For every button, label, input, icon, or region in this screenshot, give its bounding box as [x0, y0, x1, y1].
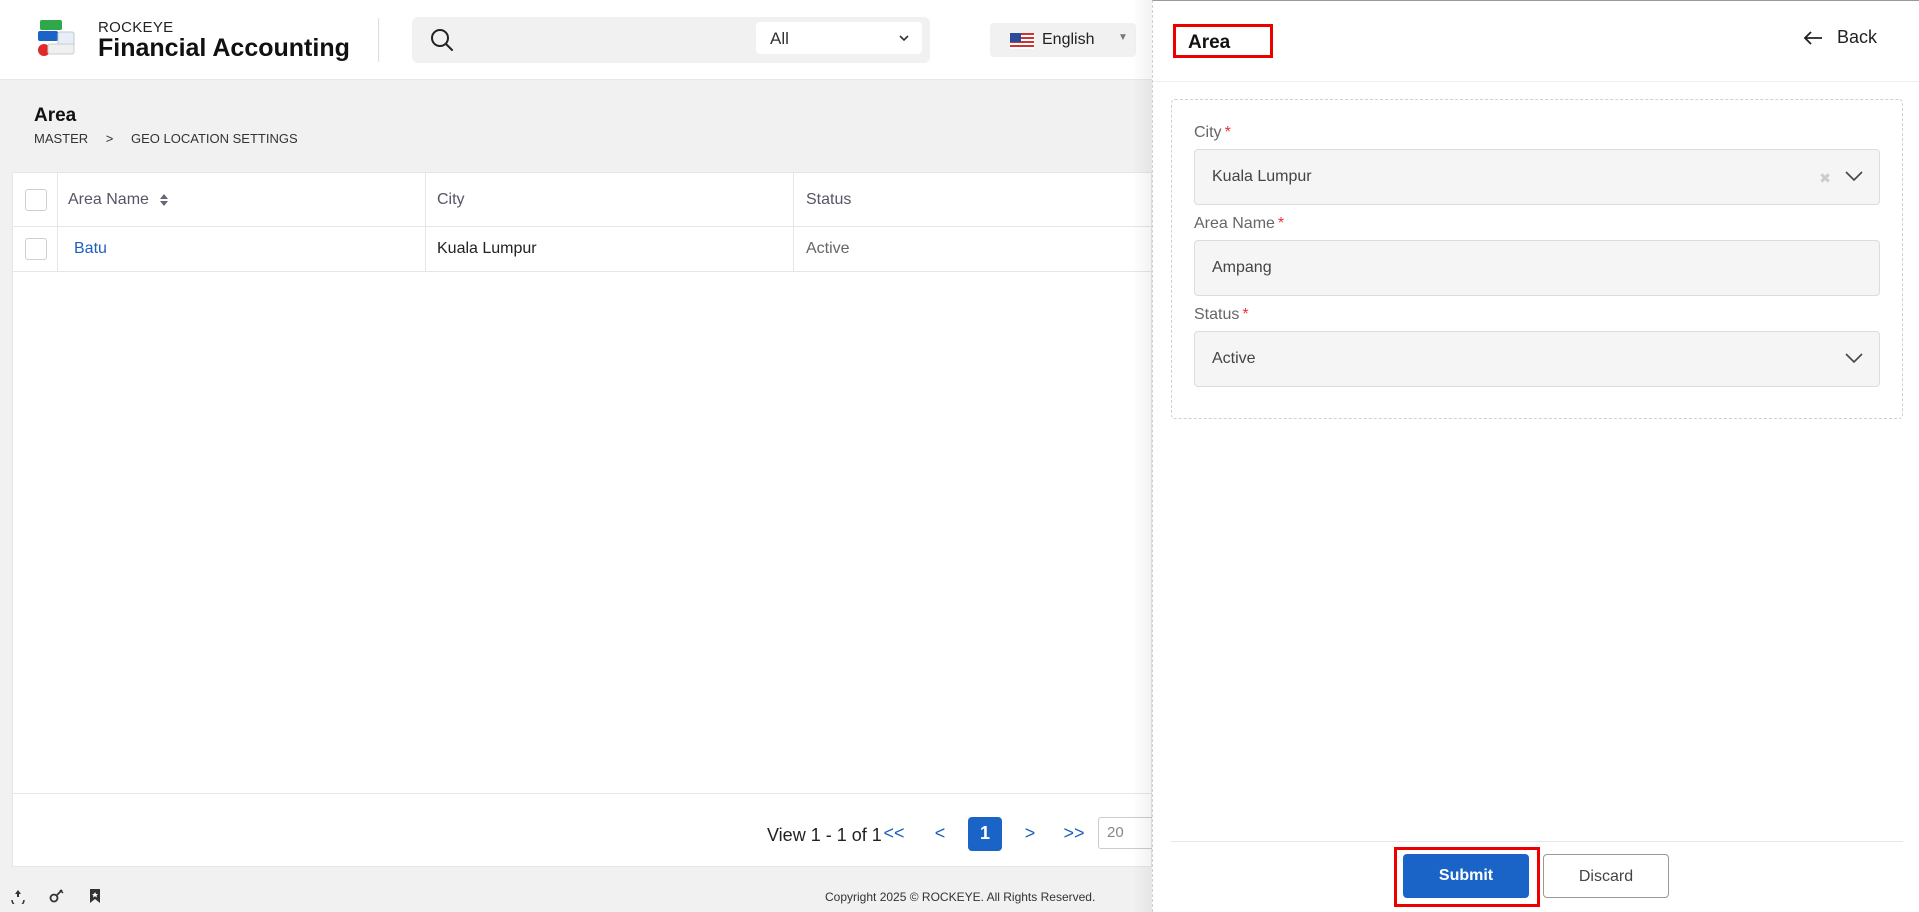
settings-icon[interactable]	[48, 888, 64, 904]
required-mark: *	[1224, 124, 1231, 141]
search-icon[interactable]	[430, 28, 454, 52]
column-divider	[793, 173, 794, 226]
language-label: English	[1042, 31, 1095, 48]
search-filter-select[interactable]: All	[756, 22, 922, 54]
required-mark: *	[1277, 215, 1285, 232]
column-header-status[interactable]: Status	[806, 173, 851, 227]
submit-button[interactable]: Submit	[1403, 854, 1529, 898]
column-divider	[425, 227, 426, 271]
column-header-label: Area Name	[68, 191, 149, 208]
next-page-button[interactable]: >	[1013, 817, 1047, 851]
row-checkbox[interactable]	[25, 238, 47, 260]
area-form-panel: Area Back City * Kuala Lumpur ✖ Area Name…	[1152, 0, 1919, 912]
panel-shadow	[1132, 0, 1152, 912]
back-button-label: Back	[1837, 27, 1878, 47]
status-select-value: Active	[1212, 350, 1256, 367]
area-name-input[interactable]: Ampang	[1194, 240, 1880, 296]
breadcrumb-separator: >	[105, 131, 114, 146]
city-select[interactable]: Kuala Lumpur ✖	[1194, 149, 1880, 205]
bottom-toolbar	[10, 888, 121, 909]
column-header-city[interactable]: City	[437, 173, 465, 227]
sort-icon[interactable]	[159, 193, 169, 207]
app-header: ROCKEYE Financial Accounting All English…	[0, 0, 1152, 80]
status-select[interactable]: Active	[1194, 331, 1880, 387]
area-form: City * Kuala Lumpur ✖ Area Name * Ampang S…	[1171, 99, 1903, 419]
column-header-area-name[interactable]: Area Name	[68, 173, 169, 227]
breadcrumb-geo-location[interactable]: GEO LOCATION SETTINGS	[131, 131, 298, 146]
language-select[interactable]: English ▼	[990, 23, 1136, 57]
pagination-summary: View 1 - 1 of 1	[767, 825, 882, 845]
us-flag-icon	[1010, 33, 1034, 49]
cell-area-name[interactable]: Batu	[74, 227, 107, 272]
brand-product: Financial Accounting	[98, 34, 350, 62]
arrow-left-icon	[1803, 31, 1822, 45]
area-name-label: Area Name *	[1194, 215, 1284, 233]
global-search[interactable]: All	[412, 17, 930, 63]
chevron-down-icon	[899, 35, 909, 42]
column-divider	[57, 173, 58, 226]
area-name-label-text: Area Name	[1194, 215, 1275, 232]
city-label: City *	[1194, 124, 1231, 142]
discard-button[interactable]: Discard	[1543, 854, 1669, 898]
area-table: Area Name City Status Batu Kuala Lumpur …	[12, 172, 1154, 867]
table-header: Area Name City Status	[13, 173, 1151, 227]
panel-title: Area	[1173, 24, 1273, 58]
select-all-checkbox[interactable]	[25, 189, 47, 211]
page-size-value: 20	[1107, 824, 1124, 841]
breadcrumb: MASTER > GEO LOCATION SETTINGS	[34, 131, 312, 146]
column-divider	[57, 227, 58, 271]
city-label-text: City	[1194, 124, 1222, 141]
page-title: Area	[34, 105, 77, 126]
first-page-button[interactable]: <<	[877, 817, 911, 851]
last-page-button[interactable]: >>	[1057, 817, 1091, 851]
prev-page-button[interactable]: <	[923, 817, 957, 851]
caret-down-icon: ▼	[1118, 32, 1128, 43]
cell-city: Kuala Lumpur	[437, 240, 537, 257]
column-divider	[425, 173, 426, 226]
header-divider	[378, 18, 379, 62]
table-row[interactable]: Batu Kuala Lumpur Active	[13, 227, 1151, 272]
chevron-down-icon	[1845, 353, 1863, 364]
panel-header-divider	[1153, 81, 1919, 82]
current-page-button[interactable]: 1	[968, 817, 1002, 851]
required-mark: *	[1242, 306, 1249, 323]
city-select-value: Kuala Lumpur	[1212, 168, 1312, 185]
bookmark-icon[interactable]	[87, 888, 103, 904]
area-name-input-value: Ampang	[1212, 259, 1272, 276]
back-button[interactable]: Back	[1803, 27, 1877, 48]
column-divider	[793, 227, 794, 271]
clear-icon[interactable]: ✖	[1819, 170, 1831, 187]
status-label: Status *	[1194, 306, 1249, 324]
table-footer-divider	[13, 793, 1151, 794]
cell-status: Active	[806, 240, 850, 257]
recycle-icon[interactable]	[10, 888, 26, 904]
status-label-text: Status	[1194, 306, 1240, 323]
search-filter-value: All	[770, 29, 789, 48]
chevron-down-icon	[1845, 171, 1863, 182]
panel-footer-divider	[1171, 841, 1903, 842]
rockeye-logo-icon	[38, 20, 75, 56]
copyright-text: Copyright 2025 © ROCKEYE. All Rights Res…	[825, 890, 1096, 904]
breadcrumb-master[interactable]: MASTER	[34, 131, 88, 146]
